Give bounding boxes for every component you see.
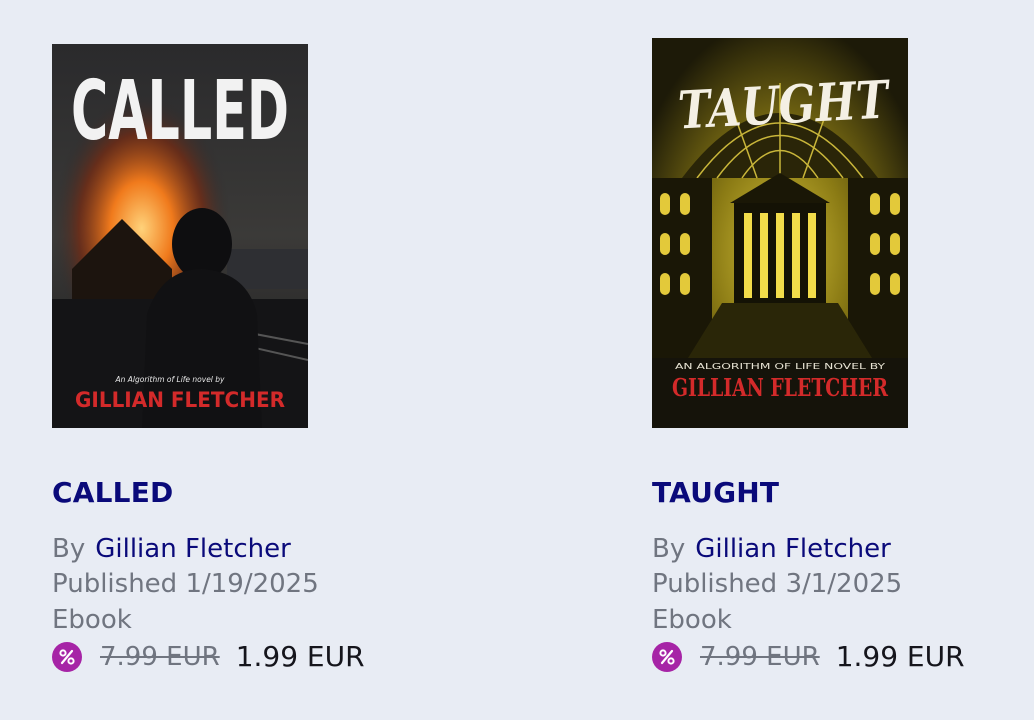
author-line: By Gillian Fletcher <box>52 534 291 564</box>
by-label: By <box>652 534 686 564</box>
cover-art-called: CALLED An Algorithm of Life novel by GIL… <box>52 44 308 428</box>
price-row: 7.99 EUR 1.99 EUR <box>52 640 365 673</box>
price-row: 7.99 EUR 1.99 EUR <box>652 640 965 673</box>
sale-price: 1.99 EUR <box>235 640 365 673</box>
published-date: Published 1/19/2025 <box>52 569 319 599</box>
svg-text:TAUGHT: TAUGHT <box>677 69 893 141</box>
original-price: 7.99 EUR <box>100 641 220 672</box>
book-cover-called[interactable]: CALLED An Algorithm of Life novel by GIL… <box>52 44 308 428</box>
svg-text:GILLIAN FLETCHER: GILLIAN FLETCHER <box>672 373 889 402</box>
percent-discount-icon <box>52 641 82 672</box>
svg-text:AN ALGORITHM OF LIFE NOVEL BY: AN ALGORITHM OF LIFE NOVEL BY <box>675 362 886 371</box>
book-format: Ebook <box>652 605 732 635</box>
sale-price: 1.99 EUR <box>835 640 965 673</box>
author-link[interactable]: Gillian Fletcher <box>95 534 291 564</box>
published-date: Published 3/1/2025 <box>652 569 903 599</box>
book-format: Ebook <box>52 605 132 635</box>
author-line: By Gillian Fletcher <box>652 534 891 564</box>
cover-art-taught: TAUGHT AN ALGORITHM OF LIFE NOVEL BY GIL… <box>652 38 908 428</box>
by-label: By <box>52 534 86 564</box>
original-price: 7.99 EUR <box>700 641 820 672</box>
book-title-link[interactable]: CALLED <box>52 476 173 509</box>
book-title-link[interactable]: TAUGHT <box>652 476 779 509</box>
author-link[interactable]: Gillian Fletcher <box>695 534 891 564</box>
svg-text:An Algorithm of Life novel by: An Algorithm of Life novel by <box>115 375 226 384</box>
percent-discount-icon <box>652 641 682 672</box>
book-cover-taught[interactable]: TAUGHT AN ALGORITHM OF LIFE NOVEL BY GIL… <box>652 38 908 428</box>
svg-text:CALLED: CALLED <box>71 64 289 159</box>
svg-text:GILLIAN FLETCHER: GILLIAN FLETCHER <box>75 388 285 412</box>
